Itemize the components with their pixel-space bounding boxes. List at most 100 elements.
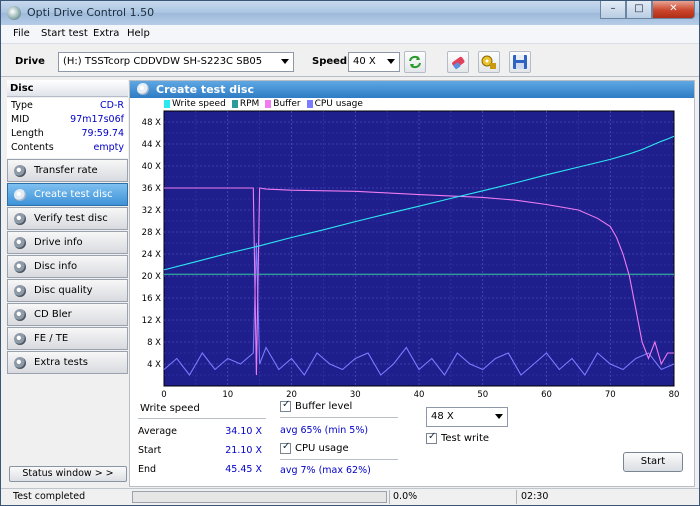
disc-icon (14, 165, 26, 177)
status-bar: Test completed 0.0% 02:30 (1, 488, 699, 505)
disc-icon (14, 333, 26, 345)
nav-label: Drive info (34, 237, 83, 248)
x-tick-label: 60 (541, 390, 552, 399)
nav-label: Disc quality (34, 285, 93, 296)
refresh-icon (409, 55, 421, 69)
buffer-level-label: Buffer level (295, 401, 353, 412)
stat-average: Average 34.10 X (138, 426, 262, 440)
x-tick-label: 20 (286, 390, 297, 399)
test-write-label: Test write (441, 433, 490, 444)
start-button[interactable]: Start (623, 452, 683, 472)
refresh-button[interactable] (404, 51, 426, 73)
disc-info-button[interactable] (478, 51, 500, 73)
close-button[interactable]: ✕ (652, 1, 695, 19)
cpu-usage-checkbox[interactable] (280, 441, 291, 454)
x-tick-label: 40 (414, 390, 425, 399)
test-write-checkbox[interactable] (426, 431, 437, 444)
nav-verify-test-disc[interactable]: Verify test disc (7, 207, 128, 230)
window-controls: – □ ✕ (600, 1, 695, 19)
nav-cd-bler[interactable]: CD Bler (7, 303, 128, 326)
cpu-avg: avg 7% (max 62%) (280, 465, 371, 476)
disc-row-mid: MID 97m17s06f (11, 114, 124, 128)
stat-key: End (138, 464, 157, 475)
legend-label: CPU usage (314, 99, 363, 109)
nav-label: Verify test disc (34, 213, 108, 224)
divider (138, 418, 266, 419)
nav-label: Create test disc (34, 189, 113, 200)
toolbar: Drive (H:) TSSTcorp CDDVDW SH-S223C SB05… (1, 45, 699, 77)
disc-row-type: Type CD-R (11, 100, 124, 114)
nav-fe-te[interactable]: FE / TE (7, 327, 128, 350)
progress-percent: 0.0% (393, 491, 418, 502)
menu-extra[interactable]: Extra (93, 28, 119, 39)
stat-value: 45.45 X (225, 464, 262, 475)
y-tick-label: 20 X (142, 272, 162, 282)
y-tick-label: 12 X (142, 316, 162, 326)
disc-icon (14, 261, 26, 273)
status-window-button[interactable]: Status window > > (9, 466, 127, 482)
disc-icon (137, 83, 149, 95)
divider (280, 417, 398, 418)
nav-drive-info[interactable]: Drive info (7, 231, 128, 254)
nav-disc-info[interactable]: Disc info (7, 255, 128, 278)
x-tick-label: 30 (350, 390, 361, 399)
panel-title: Create test disc (156, 83, 254, 96)
save-button[interactable] (509, 51, 531, 73)
drive-select[interactable]: (H:) TSSTcorp CDDVDW SH-S223C SB05 (58, 52, 294, 72)
buffer-avg: avg 65% (min 5%) (280, 425, 369, 436)
stat-value: 34.10 X (225, 426, 262, 437)
nav-transfer-rate[interactable]: Transfer rate (7, 159, 128, 182)
nav-label: CD Bler (34, 309, 72, 320)
write-speed-select[interactable]: 48 X (426, 407, 508, 427)
menu-start-test[interactable]: Start test (41, 28, 88, 39)
cpu-usage-label: CPU usage (295, 443, 349, 454)
disc-key: Contents (11, 142, 54, 153)
drive-select-value: (H:) TSSTcorp CDDVDW SH-S223C SB05 (63, 56, 263, 67)
left-panel: Disc Type CD-R MID 97m17s06f Length 79:5… (7, 80, 128, 487)
y-tick-label: 4 X (147, 360, 161, 370)
menu-file[interactable]: File (13, 28, 30, 39)
app-window: Opti Drive Control 1.50 – □ ✕ File Start… (0, 0, 700, 506)
buffer-level-checkbox[interactable] (280, 399, 291, 412)
disc-icon (14, 189, 26, 201)
main-panel: Create test disc Write speed RPM Buffer … (129, 80, 695, 487)
save-icon (513, 55, 527, 69)
y-tick-label: 8 X (147, 338, 161, 348)
x-tick-label: 10 (222, 390, 233, 399)
window-title: Opti Drive Control 1.50 (27, 6, 155, 19)
y-tick-label: 48 X (142, 118, 162, 128)
legend-swatch (231, 100, 238, 108)
menu-help[interactable]: Help (127, 28, 150, 39)
legend-label: Buffer (273, 99, 301, 109)
speed-select[interactable]: 40 X (348, 52, 400, 72)
nav-create-test-disc[interactable]: Create test disc (7, 183, 128, 206)
maximize-button[interactable]: □ (626, 1, 652, 19)
y-tick-label: 36 X (142, 184, 162, 194)
elapsed-time: 02:30 (521, 491, 549, 502)
stat-key: Start (138, 445, 162, 456)
eraser-icon (452, 56, 465, 70)
disc-value: CD-R (100, 100, 124, 111)
speed-label: Speed (312, 56, 348, 67)
drive-label: Drive (15, 56, 45, 67)
write-speed-select-value: 48 X (431, 411, 454, 422)
x-tick-label: 70 (605, 390, 616, 399)
nav-label: Extra tests (34, 357, 88, 368)
disc-info-icon (481, 55, 496, 69)
disc-info: Type CD-R MID 97m17s06f Length 79:59.74 … (7, 98, 128, 158)
x-tick-label: 0 (161, 390, 166, 399)
disc-header: Disc (7, 80, 128, 97)
divider (280, 459, 398, 460)
disc-row-contents: Contents empty (11, 142, 124, 156)
disc-icon (14, 237, 26, 249)
minimize-button[interactable]: – (600, 1, 626, 19)
disc-row-length: Length 79:59.74 (11, 128, 124, 142)
erase-button[interactable] (447, 51, 469, 73)
stat-end: End 45.45 X (138, 464, 262, 478)
nav-extra-tests[interactable]: Extra tests (7, 351, 128, 374)
progress-bar (132, 491, 387, 503)
disc-value: 79:59.74 (81, 128, 125, 139)
disc-icon (14, 357, 26, 369)
nav-disc-quality[interactable]: Disc quality (7, 279, 128, 302)
legend-swatch (265, 100, 272, 108)
